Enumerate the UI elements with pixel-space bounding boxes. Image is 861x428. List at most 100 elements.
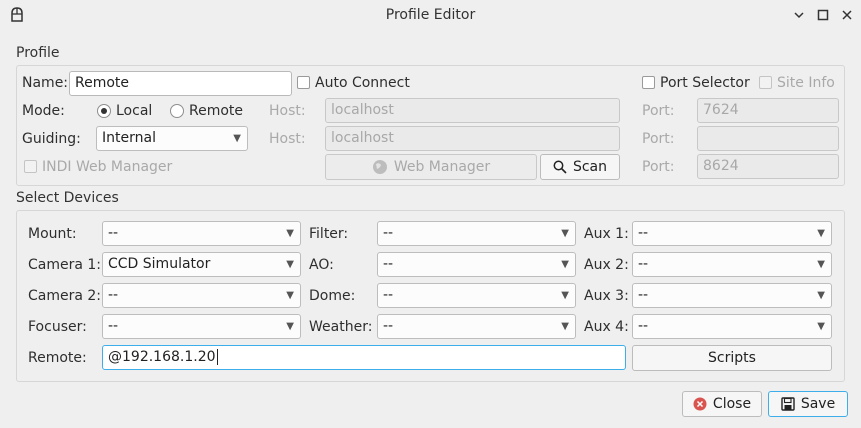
aux4-select[interactable]: -- ▼ [632,314,832,339]
host-label: Host: [269,103,306,119]
aux2-select[interactable]: -- ▼ [632,252,832,277]
camera2-label: Camera 2: [28,288,102,304]
dome-value: -- [383,287,394,303]
chevron-down-icon: ▼ [233,133,241,144]
close-circle-icon [693,397,707,411]
aux4-label: Aux 4: [584,319,629,335]
focuser-select[interactable]: -- ▼ [102,314,301,339]
remote-input[interactable]: @192.168.1.20 [102,345,626,370]
guide-host-input[interactable]: localhost [325,126,620,151]
guide-host-label: Host: [269,131,306,147]
guiding-value: Internal [102,130,156,146]
aux2-label: Aux 2: [584,257,629,273]
title-bar: Profile Editor [0,0,861,32]
mode-remote-label[interactable]: Remote [189,99,243,123]
chevron-down-icon: ▼ [561,290,569,301]
search-icon [553,160,567,174]
auto-connect-label[interactable]: Auto Connect [315,71,410,95]
guiding-select[interactable]: Internal ▼ [96,126,248,151]
camera1-select[interactable]: CCD Simulator ▼ [102,252,301,277]
chevron-down-icon: ▼ [817,321,825,332]
guide-port-label: Port: [642,131,675,147]
mount-value: -- [108,225,119,241]
focuser-value: -- [108,318,119,334]
focuser-label: Focuser: [28,319,87,335]
save-label: Save [800,396,836,412]
auto-connect-checkbox[interactable] [297,76,310,89]
mode-local-radio[interactable] [97,104,111,118]
window-title: Profile Editor [385,7,476,23]
camera1-value: CCD Simulator [108,256,211,272]
indi-web-manager-label: INDI Web Manager [42,159,173,175]
ao-select[interactable]: -- ▼ [377,252,576,277]
name-input[interactable]: Remote [69,71,292,96]
weather-select[interactable]: -- ▼ [377,314,576,339]
host-input[interactable]: localhost [325,98,620,123]
web-manager-label: Web Manager [393,159,491,175]
web-manager-port-label: Port: [642,159,675,175]
scripts-label: Scripts [708,350,756,366]
close-button[interactable]: Close [682,391,762,417]
maximize-icon[interactable] [812,4,834,26]
weather-label: Weather: [309,319,373,335]
remote-value: @192.168.1.20 [108,349,216,365]
close-window-icon[interactable] [836,4,858,26]
mount-select[interactable]: -- ▼ [102,221,301,246]
filter-select[interactable]: -- ▼ [377,221,576,246]
chevron-down-icon: ▼ [561,321,569,332]
weather-value: -- [383,318,394,334]
port-selector-label[interactable]: Port Selector [660,71,750,95]
ao-value: -- [383,256,394,272]
text-cursor [216,349,218,365]
scan-label: Scan [572,159,608,175]
site-info-label: Site Info [777,75,835,91]
profile-section-label: Profile [16,45,60,61]
indi-web-manager-checkbox [24,160,37,173]
aux1-value: -- [638,225,649,241]
scan-button[interactable]: Scan [540,154,620,180]
mount-label: Mount: [28,226,77,242]
chevron-down-icon: ▼ [286,228,294,239]
chevron-down-icon: ▼ [817,228,825,239]
chevron-down-icon: ▼ [286,290,294,301]
aux3-value: -- [638,287,649,303]
filter-label: Filter: [309,226,349,242]
chevron-down-icon: ▼ [561,228,569,239]
port-label: Port: [642,103,675,119]
web-manager-port-input[interactable]: 8624 [697,154,839,179]
dome-select[interactable]: -- ▼ [377,283,576,308]
aux4-value: -- [638,318,649,334]
aux3-label: Aux 3: [584,288,629,304]
port-selector-checkbox[interactable] [642,76,655,89]
site-info-checkbox [759,76,772,89]
scripts-button[interactable]: Scripts [632,345,832,371]
port-input[interactable]: 7624 [697,98,839,123]
chevron-down-icon: ▼ [286,259,294,270]
name-label: Name: [22,75,69,91]
web-manager-button[interactable]: Web Manager [325,154,537,180]
chevron-down-icon: ▼ [561,259,569,270]
minimize-icon[interactable] [788,4,810,26]
camera1-label: Camera 1: [28,257,102,273]
mode-local-label[interactable]: Local [116,99,152,123]
mode-remote-radio[interactable] [170,104,184,118]
camera2-select[interactable]: -- ▼ [102,283,301,308]
dome-label: Dome: [309,288,356,304]
guide-port-input[interactable] [697,126,839,151]
globe-icon [372,160,387,174]
ao-label: AO: [309,257,334,273]
close-label: Close [712,396,752,412]
filter-value: -- [383,225,394,241]
aux1-label: Aux 1: [584,226,629,242]
aux3-select[interactable]: -- ▼ [632,283,832,308]
remote-label: Remote: [28,350,87,366]
aux1-select[interactable]: -- ▼ [632,221,832,246]
camera2-value: -- [108,287,119,303]
mode-label: Mode: [22,103,65,119]
chevron-down-icon: ▼ [817,259,825,270]
save-button[interactable]: Save [768,391,848,417]
chevron-down-icon: ▼ [817,290,825,301]
devices-section-label: Select Devices [16,190,119,206]
chevron-down-icon: ▼ [286,321,294,332]
floppy-disk-icon [781,397,795,411]
